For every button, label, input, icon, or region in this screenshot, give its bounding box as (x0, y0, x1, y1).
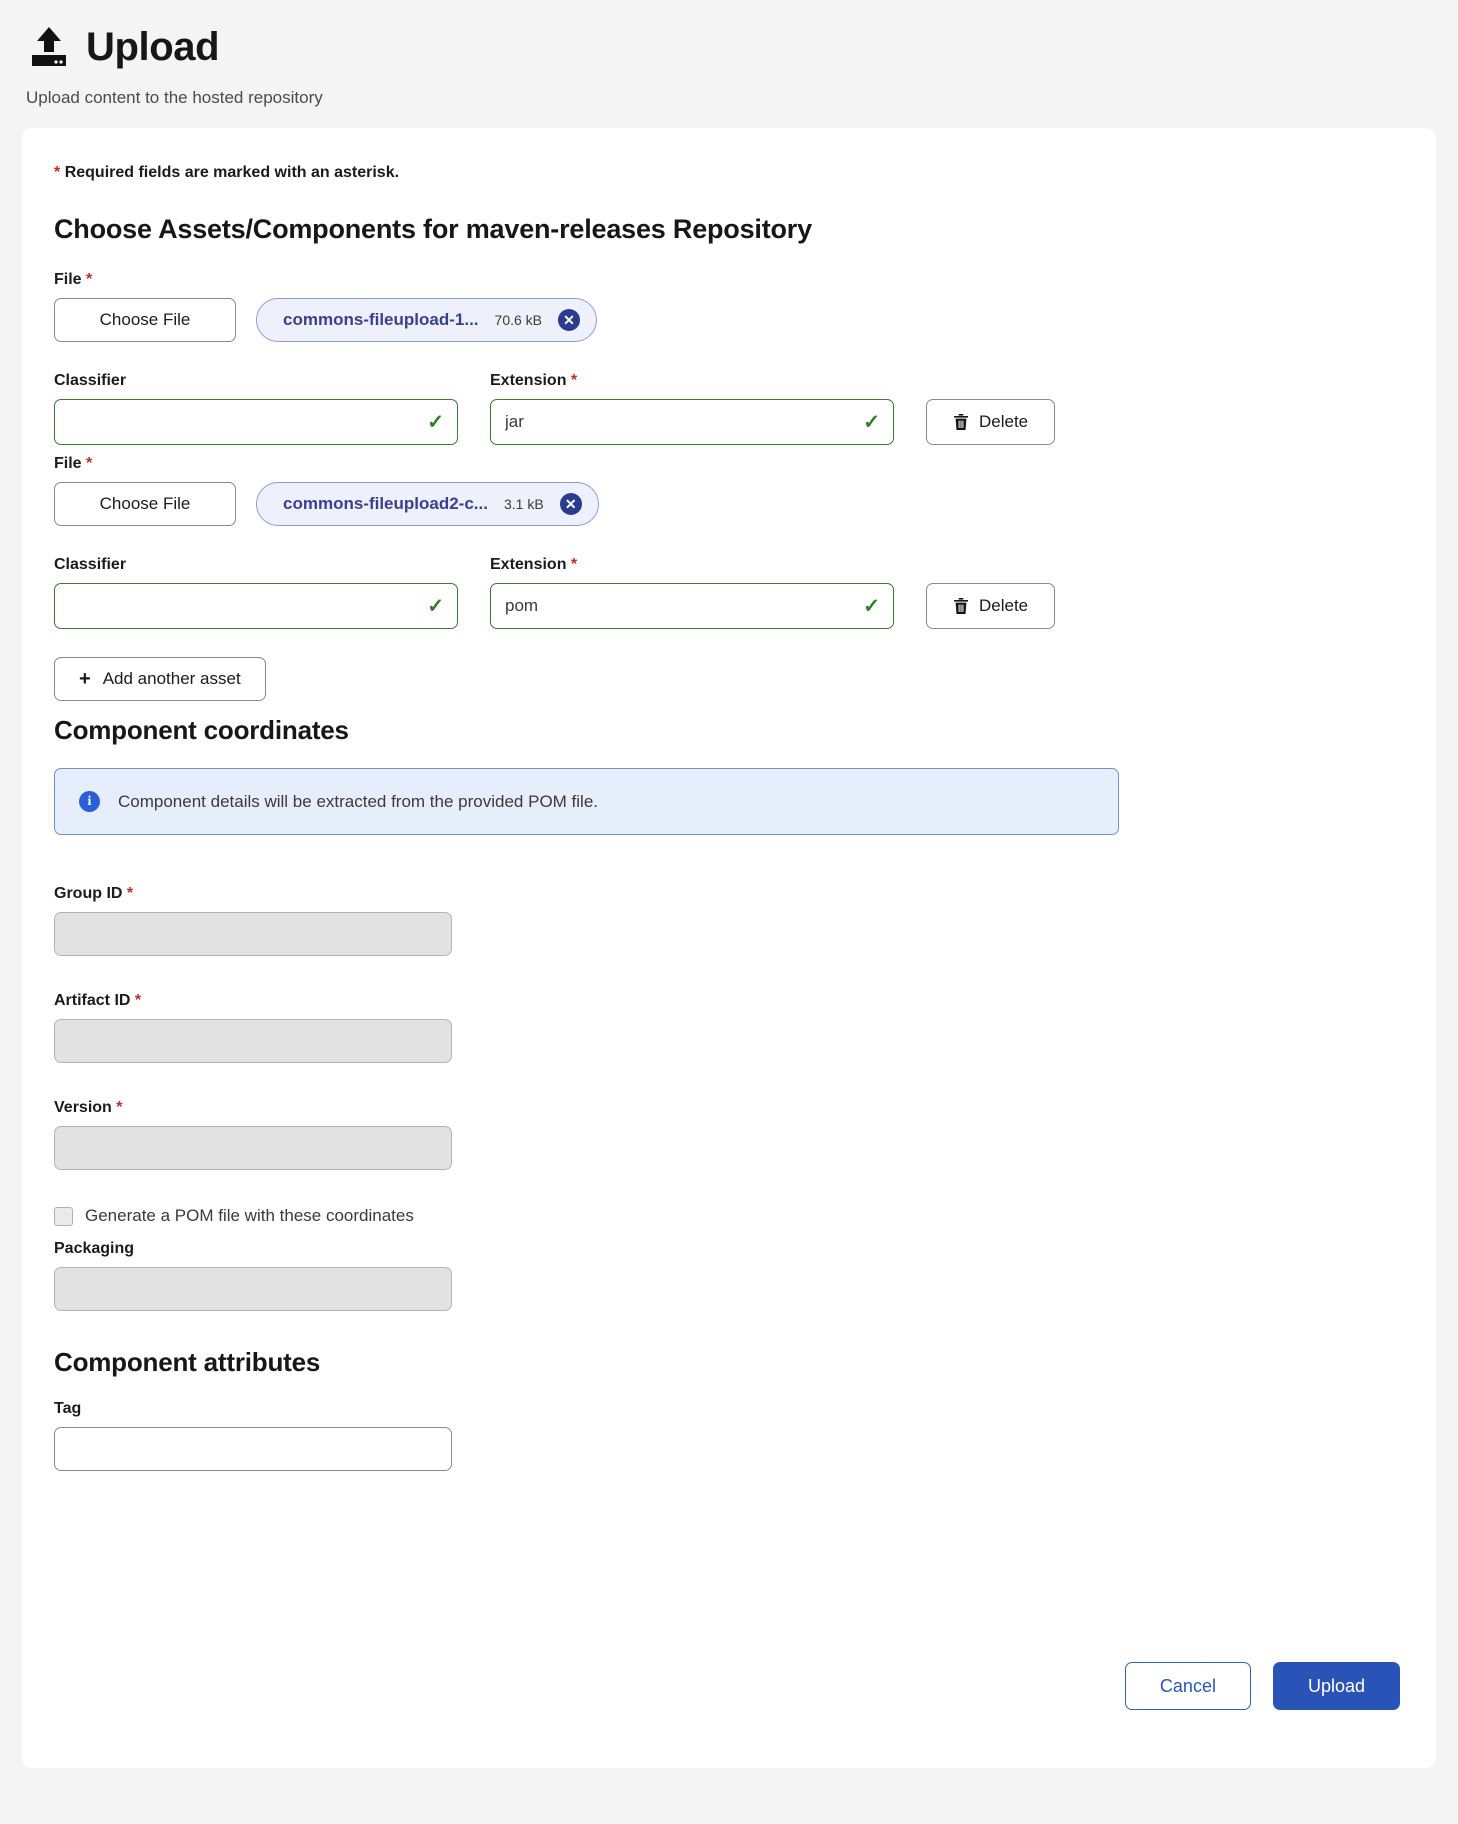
delete-asset-cell: Delete (926, 399, 1404, 445)
trash-icon (953, 413, 969, 431)
upload-form-card: * Required fields are marked with an ast… (22, 128, 1436, 1768)
file-chip-name: commons-fileupload-1... (283, 310, 479, 329)
extension-label-text: Extension (490, 372, 567, 389)
add-another-asset-button[interactable]: + Add another asset (54, 657, 266, 701)
remove-file-icon[interactable]: ✕ (559, 493, 582, 515)
tag-field: Tag (54, 1400, 1404, 1471)
asset-fields-row: Classifier ✓ Extension * ✓ (54, 372, 1404, 445)
file-chip-name: commons-fileupload2-c... (283, 494, 488, 513)
form-actions: Cancel Upload (1124, 1662, 1400, 1710)
group-id-label-text: Group ID (54, 885, 123, 902)
file-chip: commons-fileupload-1... 70.6 kB ✕ (256, 298, 598, 342)
remove-file-icon[interactable]: ✕ (558, 309, 581, 331)
generate-pom-checkbox[interactable] (54, 1206, 73, 1226)
version-field: Version * (54, 1099, 1404, 1170)
delete-asset-button[interactable]: Delete (926, 583, 1056, 629)
choose-file-button[interactable]: Choose File (54, 482, 236, 526)
choose-file-button[interactable]: Choose File (54, 298, 236, 342)
tag-input[interactable] (54, 1427, 452, 1471)
asset-fields-row: Classifier ✓ Extension * ✓ (54, 556, 1404, 629)
file-row: Choose File commons-fileupload2-c... 3.1… (54, 482, 1404, 526)
upload-icon (26, 24, 72, 70)
extension-label: Extension * (490, 372, 894, 390)
required-asterisk: * (126, 885, 134, 902)
delete-asset-label: Delete (979, 596, 1029, 615)
classifier-label: Classifier (54, 556, 127, 573)
delete-asset-button[interactable]: Delete (926, 399, 1056, 445)
version-label: Version * (54, 1099, 1404, 1117)
page-header: Upload Upload content to the hosted repo… (0, 0, 1458, 122)
required-fields-note: * Required fields are marked with an ast… (54, 164, 1404, 182)
delete-asset-label: Delete (979, 412, 1029, 431)
plus-icon: + (79, 668, 91, 690)
group-id-field: Group ID * (54, 885, 1404, 956)
upload-button[interactable]: Upload (1272, 1662, 1400, 1710)
required-asterisk: * (570, 556, 578, 573)
file-label: File * (54, 455, 1404, 473)
classifier-field: Classifier ✓ (54, 556, 458, 629)
asset-block: File * Choose File commons-fileupload2-c… (54, 455, 1404, 629)
file-label: File * (54, 271, 1404, 289)
packaging-field: Packaging (54, 1240, 1404, 1311)
extension-label-text: Extension (490, 556, 567, 573)
version-input (54, 1126, 452, 1170)
assets-heading: Choose Assets/Components for maven-relea… (54, 214, 812, 244)
file-chip-size: 70.6 kB (494, 312, 543, 328)
packaging-label: Packaging (54, 1240, 135, 1257)
page-subtitle: Upload content to the hosted repository (26, 88, 323, 107)
artifact-id-input (54, 1019, 452, 1063)
generate-pom-checkbox-row[interactable]: Generate a POM file with these coordinat… (54, 1206, 1404, 1226)
component-attributes-heading: Component attributes (54, 1347, 321, 1377)
file-label-text: File (54, 271, 82, 288)
add-another-asset-label: Add another asset (102, 669, 241, 688)
file-chip: commons-fileupload2-c... 3.1 kB ✕ (256, 482, 599, 526)
version-label-text: Version (54, 1099, 112, 1116)
extension-field: Extension * ✓ (490, 556, 894, 629)
page-title-row: Upload (26, 24, 1432, 70)
extension-label: Extension * (490, 556, 894, 574)
required-asterisk: * (54, 164, 61, 181)
pom-info-banner: i Component details will be extracted fr… (54, 768, 1119, 835)
asset-block: File * Choose File commons-fileupload-1.… (54, 271, 1404, 445)
file-row: Choose File commons-fileupload-1... 70.6… (54, 298, 1404, 342)
required-asterisk: * (570, 372, 578, 389)
group-id-input (54, 912, 452, 956)
artifact-id-field: Artifact ID * (54, 992, 1404, 1063)
classifier-label: Classifier (54, 372, 127, 389)
required-asterisk: * (116, 1099, 123, 1116)
tag-label: Tag (54, 1400, 82, 1417)
pom-info-text: Component details will be extracted from… (118, 791, 599, 811)
file-label-text: File (54, 455, 82, 472)
extension-input[interactable] (490, 399, 894, 445)
component-coordinates-heading: Component coordinates (54, 715, 349, 745)
packaging-input (54, 1267, 452, 1311)
artifact-id-label: Artifact ID * (54, 992, 1404, 1010)
generate-pom-label: Generate a POM file with these coordinat… (85, 1206, 414, 1225)
artifact-id-label-text: Artifact ID (54, 992, 131, 1009)
required-asterisk: * (86, 271, 93, 288)
required-asterisk: * (134, 992, 142, 1009)
info-icon: i (79, 791, 100, 812)
page-title: Upload (86, 25, 220, 69)
cancel-button[interactable]: Cancel (1124, 1662, 1251, 1710)
file-chip-size: 3.1 kB (503, 496, 544, 512)
required-fields-text: Required fields are marked with an aster… (64, 164, 400, 181)
classifier-input[interactable] (54, 583, 458, 629)
group-id-label: Group ID * (54, 885, 1404, 903)
delete-asset-cell: Delete (926, 583, 1404, 629)
trash-icon (953, 597, 969, 615)
classifier-input[interactable] (54, 399, 458, 445)
classifier-field: Classifier ✓ (54, 372, 458, 445)
extension-input[interactable] (490, 583, 894, 629)
extension-field: Extension * ✓ (490, 372, 894, 445)
required-asterisk: * (86, 455, 93, 472)
